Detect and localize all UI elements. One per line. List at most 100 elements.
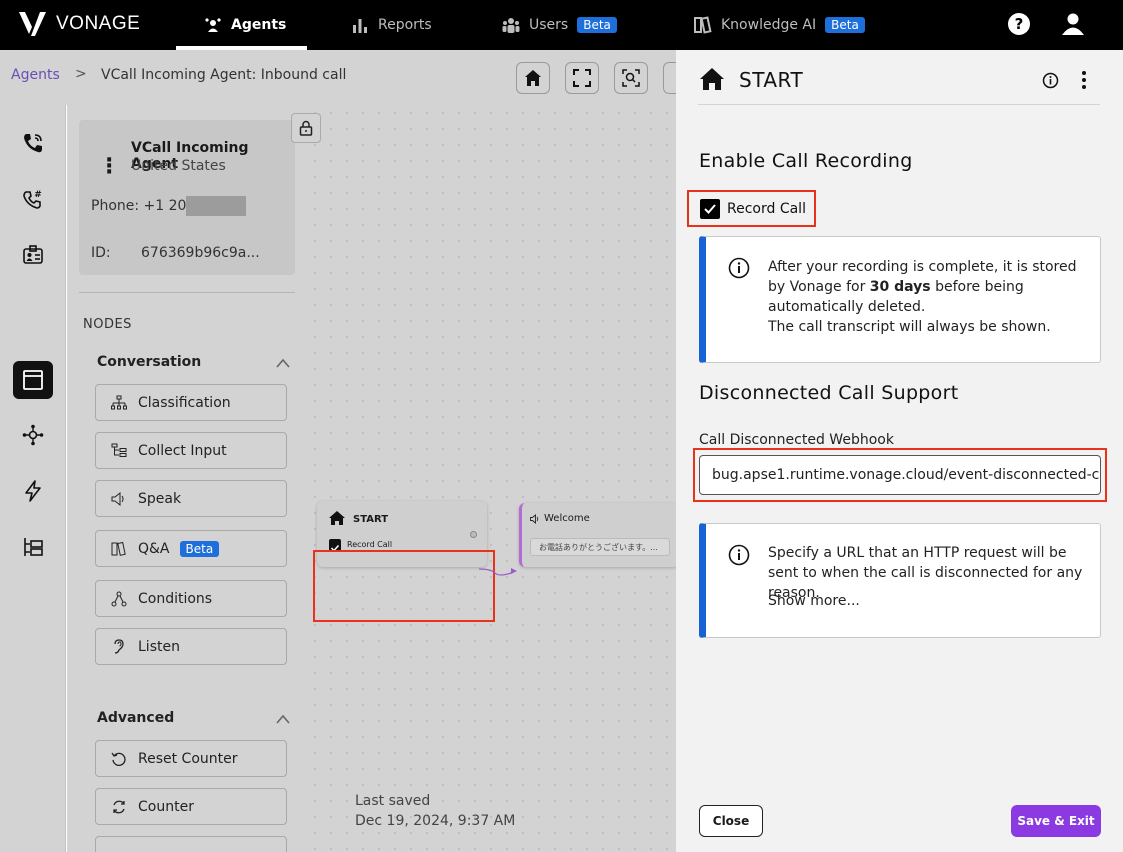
fullscreen-icon bbox=[573, 69, 591, 87]
recording-heading: Enable Call Recording bbox=[699, 150, 913, 172]
window-icon bbox=[23, 370, 43, 390]
info-icon bbox=[728, 544, 750, 566]
svg-text:?: ? bbox=[1015, 15, 1024, 33]
node-label: Speak bbox=[138, 490, 182, 507]
panel-title: START bbox=[739, 68, 804, 92]
start-node-title: START bbox=[353, 514, 389, 525]
agent-id-value: 676369b96c9a... bbox=[141, 245, 260, 261]
node-reset-counter[interactable]: Reset Counter bbox=[95, 740, 287, 777]
nav-users[interactable]: Users Beta bbox=[502, 0, 617, 50]
breadcrumb-current: VCall Incoming Agent: Inbound call bbox=[101, 67, 347, 83]
reports-icon bbox=[353, 19, 367, 33]
brand-name: VONAGE bbox=[56, 13, 141, 34]
speak-icon bbox=[530, 514, 539, 524]
knowledge-icon bbox=[694, 16, 712, 34]
rail-calls[interactable] bbox=[19, 129, 47, 157]
chevron-up-icon[interactable] bbox=[275, 713, 291, 725]
agent-info-card: · · · VCall Incoming Agent United States P… bbox=[79, 120, 295, 275]
nodes-panel: · · · VCall Incoming Agent United States P… bbox=[67, 105, 307, 852]
last-saved-time: Dec 19, 2024, 9:37 AM bbox=[355, 813, 516, 829]
lock-button[interactable] bbox=[291, 113, 321, 143]
welcome-node-message: お電話ありがとうございます。... bbox=[530, 538, 670, 556]
user-profile-icon[interactable] bbox=[1061, 12, 1085, 36]
more-tools-button[interactable] bbox=[663, 62, 676, 94]
panel-divider bbox=[698, 104, 1100, 105]
conversation-section-title[interactable]: Conversation bbox=[97, 354, 201, 370]
info-icon bbox=[728, 257, 750, 279]
phone-hash-icon: # bbox=[23, 190, 42, 209]
beta-badge: Beta bbox=[179, 540, 220, 557]
redacted-phone bbox=[186, 196, 246, 216]
node-label: Listen bbox=[138, 638, 180, 655]
node-counter[interactable]: Counter bbox=[95, 788, 287, 825]
node-qa[interactable]: Q&A Beta bbox=[95, 530, 287, 567]
nav-agents[interactable]: Agents bbox=[204, 0, 286, 50]
agent-id-label: ID: bbox=[91, 245, 111, 261]
beta-badge: Beta bbox=[825, 17, 865, 33]
divider bbox=[79, 292, 295, 293]
node-classification[interactable]: Classification bbox=[95, 384, 287, 421]
info-icon[interactable] bbox=[1042, 72, 1059, 89]
rail-contacts[interactable] bbox=[19, 241, 47, 269]
nav-knowledge-ai[interactable]: Knowledge AI Beta bbox=[694, 0, 865, 50]
breadcrumb-agents-link[interactable]: Agents bbox=[11, 67, 60, 83]
recording-info-text: After your recording is complete, it is … bbox=[768, 257, 1088, 337]
node-collect-input[interactable]: Collect Input bbox=[95, 432, 287, 469]
phone-call-icon bbox=[24, 134, 42, 153]
hub-icon bbox=[22, 424, 44, 446]
nav-reports[interactable]: Reports bbox=[351, 0, 432, 50]
nav-users-label: Users bbox=[529, 17, 569, 33]
rail-structure[interactable] bbox=[19, 533, 47, 561]
zoom-icon bbox=[622, 69, 640, 87]
breadcrumb: Agents > VCall Incoming Agent: Inbound c… bbox=[0, 50, 676, 105]
rail-integrations[interactable] bbox=[19, 421, 47, 449]
kebab-menu-icon[interactable]: · · · bbox=[105, 150, 113, 184]
show-more-link[interactable]: Show more... bbox=[768, 591, 1088, 611]
recording-info-box: After your recording is complete, it is … bbox=[699, 236, 1101, 363]
node-settings-panel: START Enable Call Recording Record Call … bbox=[676, 50, 1123, 852]
node-label: Counter bbox=[138, 798, 194, 815]
rail-flow-builder[interactable] bbox=[13, 361, 53, 399]
node-partially-visible[interactable] bbox=[95, 836, 287, 852]
close-button[interactable]: Close bbox=[699, 805, 763, 837]
output-port[interactable] bbox=[470, 531, 477, 538]
svg-text:#: # bbox=[34, 190, 42, 200]
node-conditions[interactable]: Conditions bbox=[95, 580, 287, 617]
zoom-button[interactable] bbox=[614, 62, 648, 94]
node-listen[interactable]: Listen bbox=[95, 628, 287, 665]
kebab-menu-icon[interactable] bbox=[1079, 70, 1089, 90]
advanced-section-title[interactable]: Advanced bbox=[97, 710, 174, 726]
beta-badge: Beta bbox=[577, 17, 617, 33]
nav-agents-label: Agents bbox=[231, 17, 287, 33]
vonage-logo[interactable]: VONAGE bbox=[18, 10, 140, 38]
lightning-icon bbox=[25, 480, 41, 502]
contact-card-icon bbox=[23, 245, 43, 264]
home-button[interactable] bbox=[516, 62, 550, 94]
chevron-up-icon[interactable] bbox=[275, 357, 291, 369]
flow-canvas[interactable]: START Record Call Welcome お電話ありがとうございます。… bbox=[291, 105, 679, 852]
highlight-box-record-call bbox=[687, 190, 816, 227]
agents-icon bbox=[205, 18, 221, 32]
last-saved-status: Last saved Dec 19, 2024, 9:37 AM bbox=[355, 791, 515, 831]
node-speak[interactable]: Speak bbox=[95, 480, 287, 517]
conditions-icon bbox=[111, 591, 127, 606]
save-exit-button[interactable]: Save & Exit bbox=[1011, 805, 1101, 837]
lock-icon bbox=[299, 120, 313, 136]
fit-view-button[interactable] bbox=[565, 62, 599, 94]
rail-phone-numbers[interactable]: # bbox=[19, 185, 47, 213]
node-label: Conditions bbox=[138, 590, 213, 607]
flow-builder: Agents > VCall Incoming Agent: Inbound c… bbox=[0, 50, 679, 852]
welcome-node[interactable]: Welcome お電話ありがとうございます。... bbox=[519, 503, 679, 567]
tree-list-icon bbox=[24, 538, 43, 556]
node-label: Collect Input bbox=[138, 442, 227, 459]
counter-icon bbox=[113, 800, 125, 813]
qa-icon bbox=[111, 541, 126, 556]
start-node-record-label: Record Call bbox=[347, 540, 393, 549]
collect-input-icon bbox=[111, 443, 127, 457]
breadcrumb-separator: > bbox=[75, 66, 87, 82]
top-navigation: VONAGE Agents Reports Users Beta Knowled… bbox=[0, 0, 1123, 50]
home-icon bbox=[329, 511, 345, 525]
rail-events[interactable] bbox=[19, 477, 47, 505]
welcome-node-title: Welcome bbox=[544, 513, 590, 524]
help-icon[interactable]: ? bbox=[1007, 12, 1031, 36]
